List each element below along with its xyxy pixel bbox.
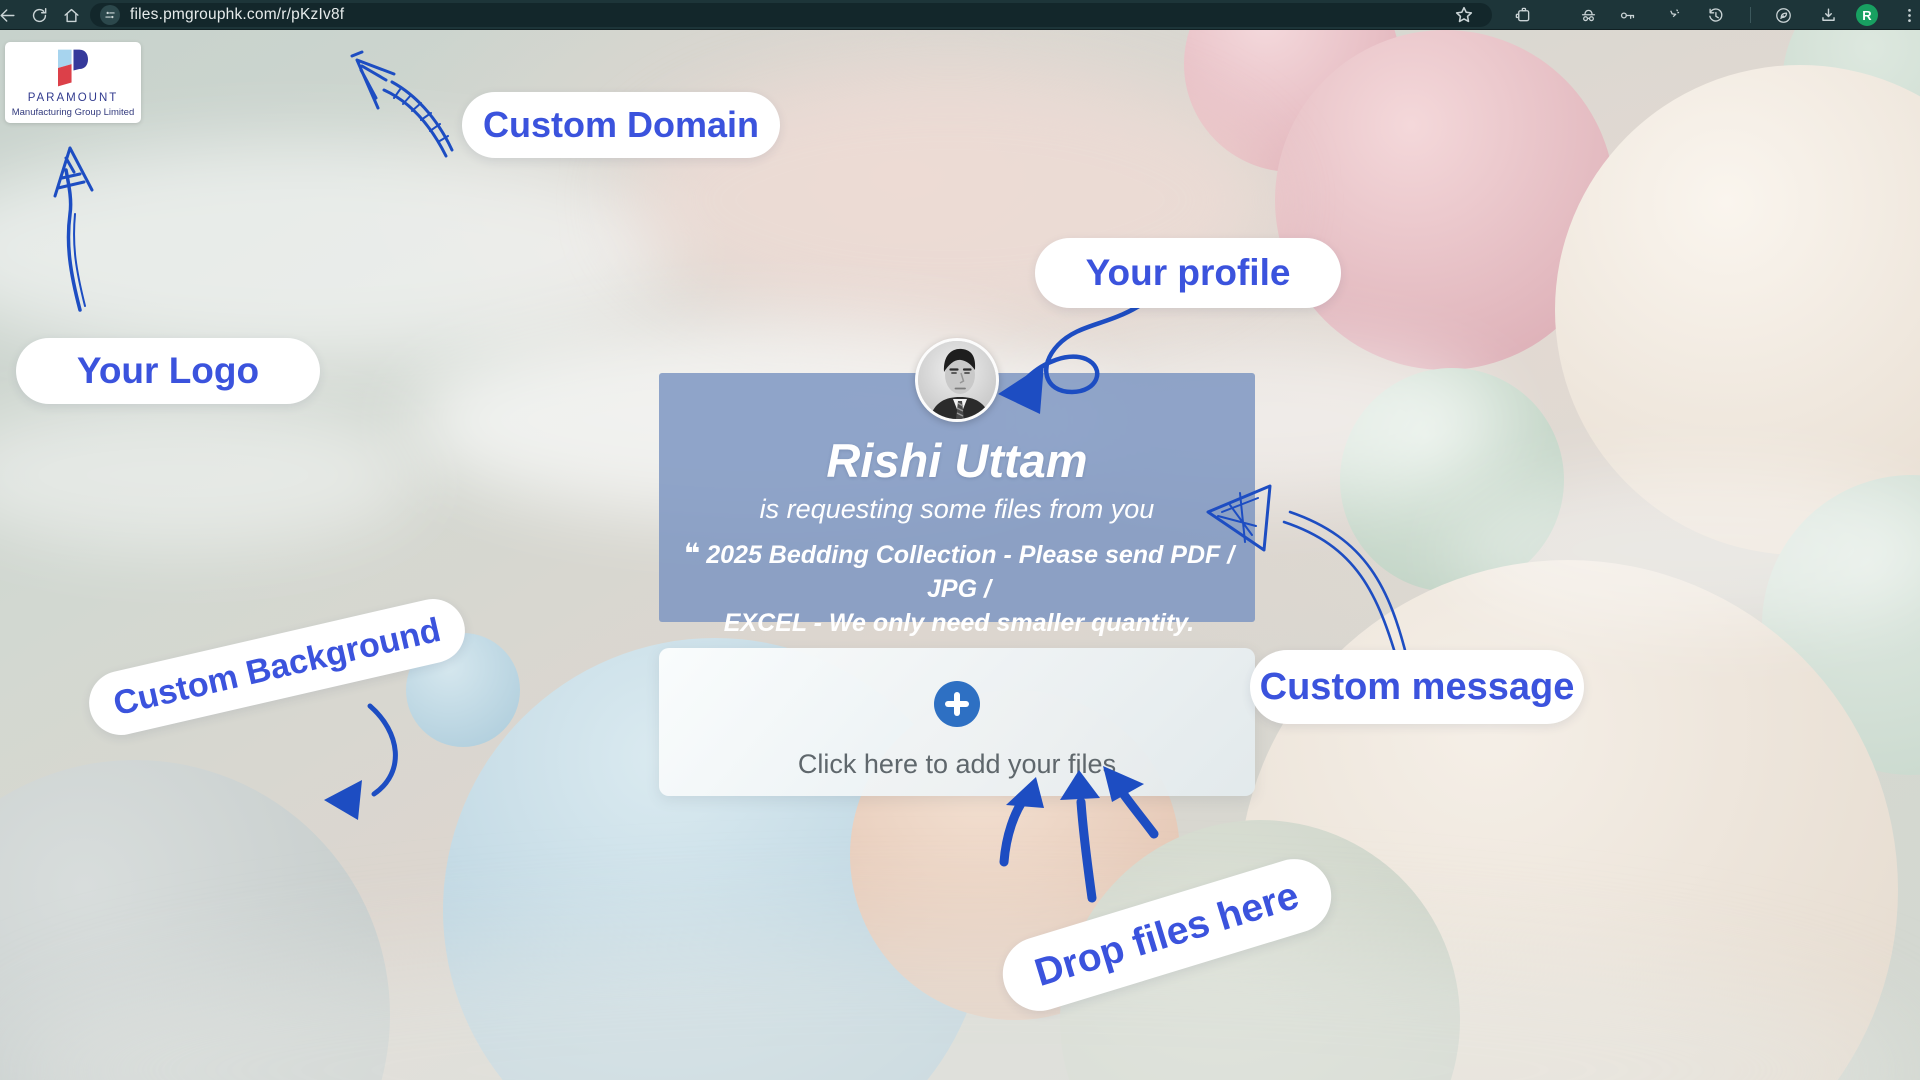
request-subtitle: is requesting some files from you: [659, 494, 1255, 525]
incognito-icon[interactable]: [1577, 4, 1599, 26]
browser-toolbar: files.pmgrouphk.com/r/pKzIv8f R: [0, 0, 1920, 30]
address-bar[interactable]: files.pmgrouphk.com/r/pKzIv8f: [90, 3, 1492, 27]
company-logo-card: PARAMOUNT Manufacturing Group Limited: [5, 42, 141, 123]
reload-icon[interactable]: [28, 4, 50, 26]
message-line-2: EXCEL - We only need smaller quantity.: [724, 609, 1194, 637]
history-icon[interactable]: [1704, 4, 1726, 26]
custom-message-text: ❝2025 Bedding Collection - Please send P…: [659, 537, 1259, 640]
performance-leaf-icon[interactable]: [1772, 4, 1794, 26]
logo-title: PARAMOUNT: [5, 92, 141, 104]
file-request-card: Rishi Uttam is requesting some files fro…: [659, 373, 1255, 622]
requester-name: Rishi Uttam: [659, 433, 1255, 488]
cloud: [1450, 470, 1920, 630]
cloud: [0, 140, 680, 360]
screen: files.pmgrouphk.com/r/pKzIv8f R: [0, 0, 1920, 1080]
paramount-logo-icon: [58, 49, 88, 89]
message-line-1: 2025 Bedding Collection - Please send PD…: [706, 541, 1234, 603]
password-key-icon[interactable]: [1616, 4, 1638, 26]
quote-mark: ❝: [684, 538, 700, 569]
back-icon[interactable]: [0, 4, 18, 26]
downloads-icon[interactable]: [1817, 4, 1839, 26]
url-text[interactable]: files.pmgrouphk.com/r/pKzIv8f: [130, 3, 344, 27]
drop-zone-label: Click here to add your files: [659, 749, 1255, 780]
file-request-page: PARAMOUNT Manufacturing Group Limited Cu…: [0, 30, 1920, 1080]
annotation-custom-message: Custom message: [1250, 650, 1584, 724]
file-drop-zone[interactable]: Click here to add your files: [659, 648, 1255, 796]
home-icon[interactable]: [60, 4, 82, 26]
menu-kebab-icon[interactable]: [1898, 4, 1920, 26]
toolbar-divider: [1750, 7, 1751, 23]
site-settings-icon[interactable]: [100, 5, 120, 25]
requester-avatar: [915, 338, 999, 422]
add-files-plus-button[interactable]: [934, 681, 980, 727]
browser-profile-avatar[interactable]: R: [1856, 4, 1878, 26]
bookmark-star-icon[interactable]: [1453, 4, 1475, 26]
annotation-your-profile: Your profile: [1035, 238, 1341, 308]
annotation-your-logo: Your Logo: [16, 338, 320, 404]
custom-domain-arrow: [352, 52, 452, 156]
logo-subtitle: Manufacturing Group Limited: [5, 107, 141, 118]
annotation-custom-domain: Custom Domain: [462, 92, 780, 158]
sparkle-star-icon[interactable]: [1660, 4, 1682, 26]
extensions-icon[interactable]: [1512, 4, 1534, 26]
custom-background-arrow: [324, 706, 395, 820]
cloud: [0, 400, 420, 550]
